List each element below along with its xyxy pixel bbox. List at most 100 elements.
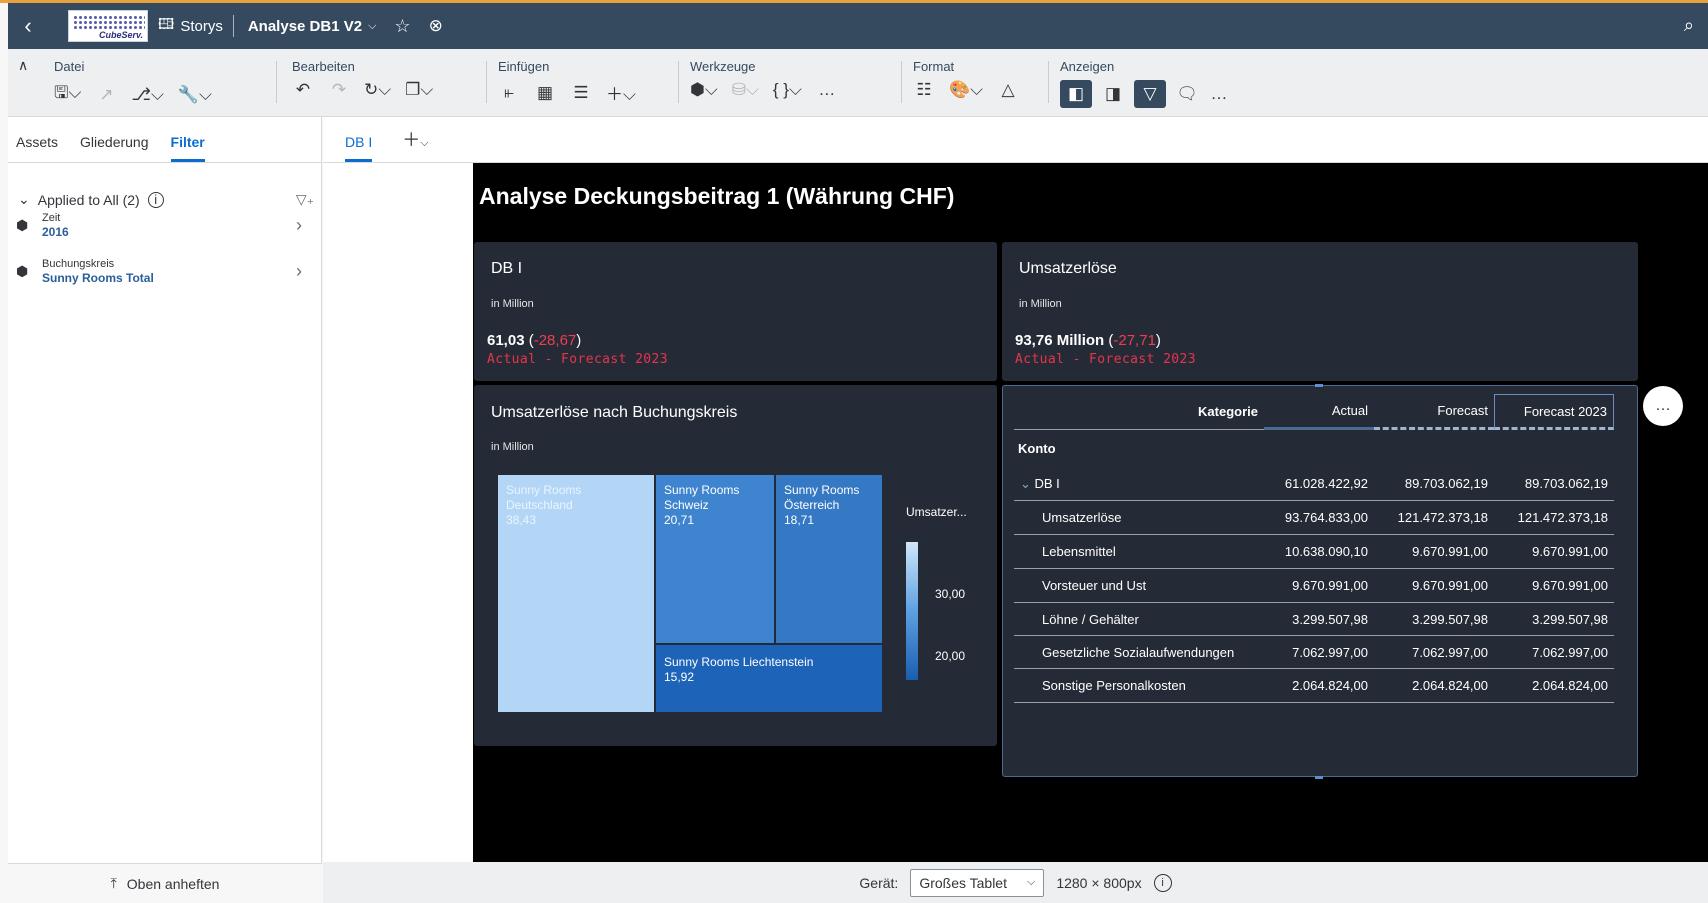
row-label: Vorsteuer und Ust	[1014, 569, 1264, 603]
kpi-delta: -28,67	[533, 332, 577, 349]
input-control-icon[interactable]: ☰	[570, 83, 592, 103]
table-row[interactable]: Umsatzerlöse 93.764.833,00 121.472.373,18 1…	[1014, 501, 1614, 535]
header-kategorie[interactable]: Kategorie	[1014, 394, 1264, 430]
table-row[interactable]: Gesetzliche Sozialaufwendungen 7.062.997,…	[1014, 636, 1614, 669]
tab-filter[interactable]: Filter	[170, 134, 205, 162]
overflow-more-icon[interactable]: …	[816, 80, 838, 100]
document-title-menu[interactable]: Analyse DB1 V2 ⌵	[248, 18, 377, 35]
chevron-left-icon: ‹	[24, 13, 32, 38]
info-icon[interactable]: i	[1153, 873, 1172, 892]
treemap-cell[interactable]: Sunny Rooms Deutschland 38,43	[498, 475, 654, 712]
treemap-cell[interactable]: Sunny Rooms Österreich 18,71	[776, 475, 882, 643]
save-icon[interactable]: 🖫⌵	[54, 80, 81, 109]
filter-item-zeit[interactable]: ⬢ Zeit 2016 ›	[16, 207, 312, 243]
expand-chevron-icon[interactable]: ⌄	[1020, 476, 1035, 491]
tab-gliederung[interactable]: Gliederung	[80, 134, 149, 162]
chevron-down-icon: ⌵	[1026, 876, 1036, 888]
cell-forecast: 2.064.824,00	[1374, 669, 1494, 703]
header-actual[interactable]: Actual	[1264, 394, 1374, 430]
kpi-card-db1[interactable]: DB I in Million 61,03 (-28,67) Actual - …	[474, 242, 997, 381]
filter-value: Sunny Rooms Total	[42, 271, 154, 285]
left-panel-toggle-icon[interactable]: ◧	[1060, 80, 1092, 108]
add-calculation-icon[interactable]: ⬢⌵	[690, 80, 718, 100]
chart-icon[interactable]: ⫦	[498, 83, 520, 103]
widget-more-actions-button[interactable]: …	[1643, 386, 1683, 426]
pin-to-top-button[interactable]: ⤒ Oben anheften	[8, 863, 322, 903]
selection-handle[interactable]	[1315, 776, 1323, 779]
treemap-cell[interactable]: Sunny Rooms Schweiz 20,71	[656, 475, 774, 643]
collapse-toolbar-icon[interactable]: ∧	[18, 57, 28, 74]
copy-icon[interactable]: ❐⌵	[405, 80, 433, 100]
scripting-braces-icon[interactable]: { }⌵	[773, 80, 802, 100]
toolbar-separator	[678, 61, 679, 103]
close-circle-icon[interactable]: ⊗	[429, 16, 443, 36]
logo-text: CubeServ.	[98, 30, 143, 40]
dimension-cube-icon: ⬢	[16, 216, 29, 233]
export-icon[interactable]: ↗	[95, 85, 117, 105]
row-label: Umsatzerlöse	[1014, 501, 1264, 535]
legend-color-scale	[906, 542, 918, 680]
treemap-card[interactable]: Umsatzerlöse nach Buchungskreis in Milli…	[474, 385, 997, 746]
fill-style-icon[interactable]: △	[997, 80, 1019, 100]
header-forecast[interactable]: Forecast	[1374, 394, 1494, 430]
row-label-text: Löhne / Gehälter	[1042, 611, 1139, 627]
kpi-title: DB I	[491, 260, 523, 277]
treemap-cell-name: Deutschland	[506, 498, 573, 512]
applied-to-all-label: Applied to All (2)	[37, 191, 140, 208]
more-options-icon[interactable]: …	[1208, 84, 1230, 104]
filter-toggle-icon[interactable]: ▽	[1134, 80, 1166, 108]
table-row[interactable]: Vorsteuer und Ust 9.670.991,00 9.670.991,0…	[1014, 569, 1614, 603]
cell-actual: 10.638.090,10	[1264, 535, 1374, 569]
pin-icon: ⤒	[110, 875, 117, 891]
applied-to-all-header[interactable]: ⌄ Applied to All (2) i ▽₊	[18, 191, 314, 208]
selection-handle[interactable]	[1315, 384, 1323, 387]
chart-title: Umsatzerlöse nach Buchungskreis	[491, 404, 738, 421]
info-icon[interactable]: i	[147, 191, 164, 208]
row-label-text: Umsatzerlöse	[1042, 510, 1122, 525]
redo-icon[interactable]: ↷	[328, 80, 350, 100]
data-table-body: ⌄ DB I 61.028.422,92 89.703.062,19 89.703.0…	[1014, 467, 1614, 703]
add-filter-icon[interactable]: ▽₊	[296, 191, 314, 208]
kpi-card-umsatzerloese[interactable]: Umsatzerlöse in Million 93,76 Million (-…	[1002, 242, 1638, 381]
add-page-button[interactable]: ＋⌵	[402, 126, 428, 162]
filter-item-buchungskreis[interactable]: ⬢ Buchungskreis Sunny Rooms Total ›	[16, 253, 312, 289]
favorite-star-icon[interactable]: ☆	[394, 16, 410, 37]
page-tab-db1[interactable]: DB I	[345, 134, 373, 162]
refresh-icon[interactable]: ↻⌵	[364, 80, 391, 100]
device-select[interactable]: Großes Tablet ⌵	[910, 868, 1045, 897]
table-row[interactable]: Sonstige Personalkosten 2.064.824,00 2.064…	[1014, 669, 1614, 703]
table-header-row: Kategorie Actual Forecast Forecast 2023	[1014, 394, 1614, 430]
share-icon[interactable]: ⎇⌵	[131, 85, 163, 105]
back-button[interactable]: ‹	[8, 3, 48, 49]
search-icon[interactable]: ⌕	[1684, 15, 1694, 36]
storys-link[interactable]: 🖽 Storys	[158, 15, 234, 37]
toolbar-separator	[276, 61, 277, 103]
table-row[interactable]: Löhne / Gehälter 3.299.507,98 3.299.507,98…	[1014, 603, 1614, 636]
table-row[interactable]: ⌄ DB I 61.028.422,92 89.703.062,19 89.703.0…	[1014, 467, 1614, 501]
add-icon[interactable]: ＋⌵	[606, 80, 636, 105]
tab-assets[interactable]: Assets	[16, 134, 58, 162]
kpi-variance-label: Actual - Forecast 2023	[487, 352, 668, 367]
company-logo: CubeServ.	[68, 10, 148, 42]
cell-forecast-2023: 3.299.507,98	[1494, 603, 1614, 636]
table-card[interactable]: Kategorie Actual Forecast Forecast 2023 …	[1002, 384, 1638, 779]
device-preview-bar: Gerät: Großes Tablet ⌵ 1280 × 800px i	[323, 862, 1708, 903]
group-label-format: Format	[913, 59, 955, 74]
right-panel-toggle-icon[interactable]: ◨	[1102, 84, 1124, 104]
treemap-cell-name: Sunny Rooms	[506, 483, 582, 497]
row-label: Gesetzliche Sozialaufwendungen	[1014, 636, 1264, 669]
table-icon[interactable]: ▦	[534, 83, 556, 103]
wrench-icon[interactable]: 🔧⌵	[178, 85, 212, 105]
palette-icon[interactable]: 🎨⌵	[949, 80, 983, 100]
layout-icon[interactable]: ☷	[913, 80, 935, 100]
header-forecast-2023[interactable]: Forecast 2023	[1494, 394, 1614, 430]
table-row[interactable]: Lebensmittel 10.638.090,10 9.670.991,00 9.6…	[1014, 535, 1614, 569]
treemap-cell[interactable]: Sunny Rooms Liechtenstein 15,92	[656, 645, 882, 712]
cell-forecast-2023: 9.670.991,00	[1494, 535, 1614, 569]
comments-icon[interactable]: 🗨	[1176, 84, 1198, 104]
row-label-text: Vorsteuer und Ust	[1042, 578, 1147, 593]
kpi-delta-open: (	[524, 332, 534, 349]
data-source-icon[interactable]: ⛁⌵	[732, 80, 759, 100]
kpi-subtitle: in Million	[491, 298, 534, 310]
undo-icon[interactable]: ↶	[292, 80, 314, 100]
